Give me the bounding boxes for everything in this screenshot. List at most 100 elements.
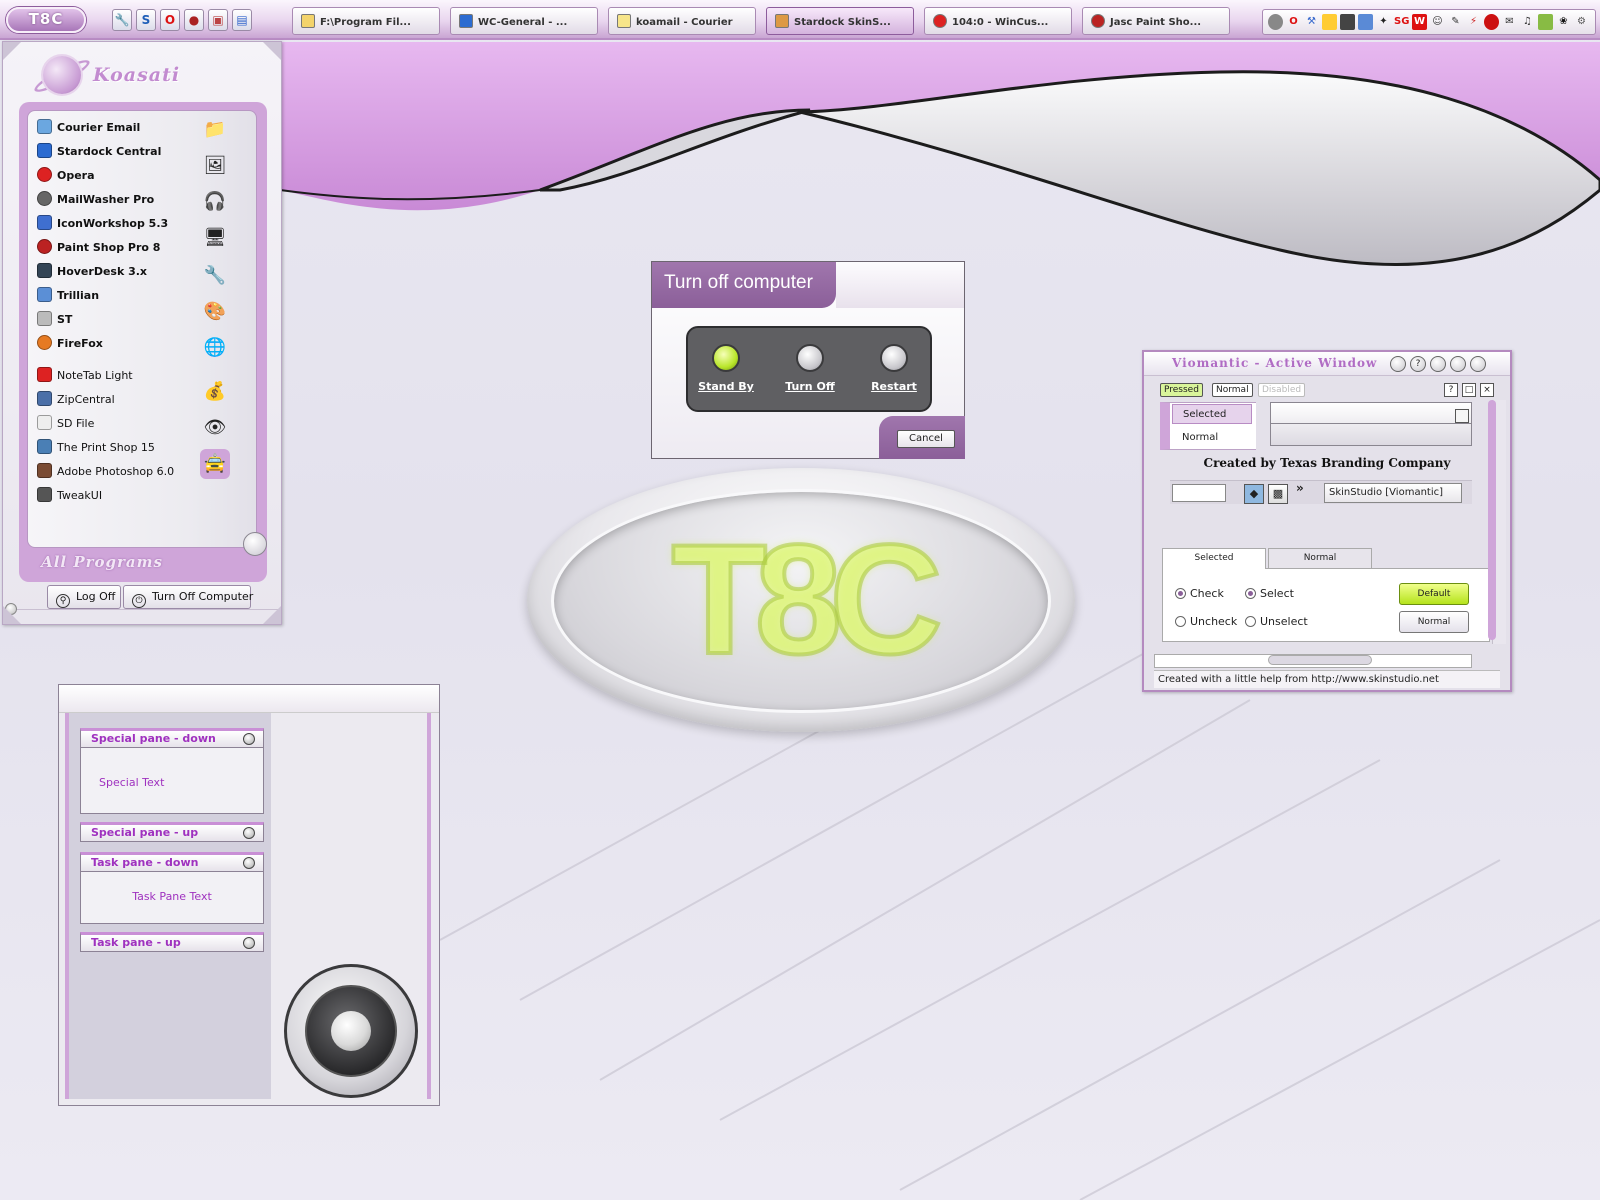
palette-tray-icon[interactable] — [1322, 14, 1337, 30]
task-button-opera[interactable]: 104:0 - WinCus... — [924, 7, 1072, 35]
program-courier-email[interactable]: Courier Email — [37, 119, 197, 139]
monitor-tray-icon[interactable] — [1358, 14, 1373, 30]
radio-uncheck[interactable]: Uncheck — [1175, 615, 1237, 628]
normal-button[interactable]: Normal — [1399, 611, 1469, 633]
list-item-normal[interactable]: Normal — [1172, 428, 1252, 448]
combo-box[interactable] — [1270, 402, 1472, 446]
disc-icon[interactable] — [1268, 14, 1283, 30]
radio-check[interactable]: Check — [1175, 587, 1224, 600]
program-hoverdesk[interactable]: HoverDesk 3.x — [37, 263, 197, 283]
desktop-icon[interactable]: ▤ — [232, 9, 252, 31]
combo-dropdown-button[interactable] — [1455, 409, 1469, 423]
my-computer-icon[interactable]: 🖥 — [200, 223, 230, 253]
panes-window-titlebar[interactable] — [59, 685, 439, 713]
program-opera[interactable]: Opera — [37, 167, 197, 187]
mail-tray-icon[interactable]: ✉ — [1502, 14, 1517, 30]
program-paintshop[interactable]: Paint Shop Pro 8 — [37, 239, 197, 259]
task-pane-down-header[interactable]: Task pane - down — [80, 852, 264, 872]
horizontal-scroll-thumb[interactable] — [1268, 655, 1372, 665]
turn-off-computer-button[interactable]: ⏻ Turn Off Computer — [123, 585, 253, 609]
program-tweakui[interactable]: TweakUI — [37, 487, 197, 507]
robot-tray-icon[interactable]: ☺ — [1430, 14, 1445, 30]
tab-selected[interactable]: Selected — [1162, 548, 1266, 569]
control-panel-icon[interactable]: 🔧 — [200, 261, 230, 291]
program-printshop[interactable]: The Print Shop 15 — [37, 439, 197, 459]
stop-tray-icon[interactable] — [1484, 14, 1499, 30]
restore-small-icon[interactable]: □ — [1462, 383, 1476, 397]
special-pane-down-header[interactable]: Special pane - down — [80, 728, 264, 748]
log-off-button[interactable]: ⚲ Log Off — [47, 585, 121, 609]
program-mailwasher[interactable]: MailWasher Pro — [37, 191, 197, 211]
wrench-tray-icon[interactable]: ⚒ — [1304, 14, 1319, 30]
printers-icon[interactable]: 🎨 — [200, 297, 230, 327]
skinstudio-toolbar-icon[interactable]: ▩ — [1268, 484, 1288, 504]
turn-off-option[interactable]: Turn Off — [775, 344, 845, 393]
my-pictures-icon[interactable]: 🖼 — [200, 151, 230, 181]
program-zipcentral[interactable]: ZipCentral — [37, 391, 197, 411]
expand-knob-icon[interactable] — [243, 937, 255, 949]
satellite-tray-icon[interactable]: ✦ — [1376, 14, 1391, 30]
all-programs-button[interactable]: All Programs — [19, 548, 185, 578]
state-normal[interactable]: Normal — [1212, 383, 1253, 397]
minimize-button[interactable] — [1430, 356, 1446, 372]
stardock-icon[interactable]: S — [136, 9, 156, 31]
program-st[interactable]: ST — [37, 311, 197, 331]
default-button[interactable]: Default — [1399, 583, 1469, 605]
close-button[interactable] — [1470, 356, 1486, 372]
opera-icon[interactable]: O — [160, 9, 180, 31]
task-button-wincustomize[interactable]: WC-General - ... — [450, 7, 598, 35]
picture-icon[interactable]: ▣ — [208, 9, 228, 31]
grid-tray-icon[interactable] — [1340, 14, 1355, 30]
stardock-toolbar-icon[interactable]: ◆ — [1244, 484, 1264, 504]
vertical-scroll-thumb[interactable] — [1488, 400, 1496, 640]
paintshop-icon[interactable]: ● — [184, 9, 204, 31]
help-button[interactable]: ? — [1410, 356, 1426, 372]
expand-knob-icon[interactable] — [243, 827, 255, 839]
maximize-button[interactable] — [1450, 356, 1466, 372]
close-small-icon[interactable]: × — [1480, 383, 1494, 397]
wrench-icon[interactable]: 🔧 — [112, 9, 132, 31]
radio-unselect[interactable]: Unselect — [1245, 615, 1308, 628]
sg-tray-icon[interactable]: SG — [1394, 14, 1409, 30]
collapse-knob-icon[interactable] — [243, 733, 255, 745]
skinstudio-button[interactable]: SkinStudio [Viomantic] — [1324, 483, 1462, 503]
start-menu-knob[interactable] — [243, 532, 267, 556]
task-button-paintshop[interactable]: Jasc Paint Sho... — [1082, 7, 1230, 35]
program-stardock-central[interactable]: Stardock Central — [37, 143, 197, 163]
pen-tray-icon[interactable]: ✎ — [1448, 14, 1463, 30]
help-small-icon[interactable]: ? — [1444, 383, 1458, 397]
lightning-tray-icon[interactable]: ⚡ — [1466, 14, 1481, 30]
tools-tray-icon[interactable]: ⚙ — [1574, 14, 1589, 30]
program-firefox[interactable]: FireFox — [37, 335, 197, 355]
radio-select[interactable]: Select — [1245, 587, 1294, 600]
task-button-skinstudio[interactable]: Stardock SkinS... — [766, 7, 914, 35]
network-icon[interactable]: 🌐 — [200, 333, 230, 363]
program-iconworkshop[interactable]: IconWorkshop 5.3 — [37, 215, 197, 235]
collapse-knob-icon[interactable] — [243, 857, 255, 869]
chevron-more-icon[interactable]: » — [1296, 481, 1304, 495]
photo-tray-icon[interactable] — [1538, 14, 1553, 30]
stand-by-option[interactable]: Stand By — [691, 344, 761, 393]
program-photoshop[interactable]: Adobe Photoshop 6.0 — [37, 463, 197, 483]
cancel-button[interactable]: Cancel — [897, 430, 955, 448]
special-pane-up-header[interactable]: Special pane - up — [80, 822, 264, 842]
tab-normal[interactable]: Normal — [1268, 548, 1372, 568]
help-icon[interactable]: 💰 — [200, 377, 230, 407]
task-button-explorer[interactable]: F:\Program Fil... — [292, 7, 440, 35]
toolbar-input[interactable] — [1172, 484, 1226, 502]
task-button-courier[interactable]: koamail - Courier — [608, 7, 756, 35]
dog-tray-icon[interactable]: ♫ — [1520, 14, 1535, 30]
butterfly-tray-icon[interactable]: ❀ — [1556, 14, 1571, 30]
my-music-icon[interactable]: 🎧 — [200, 187, 230, 217]
my-documents-icon[interactable]: 📁 — [200, 115, 230, 145]
program-notetab[interactable]: NoteTab Light — [37, 367, 197, 387]
opera-tray-icon[interactable]: O — [1286, 14, 1301, 30]
search-icon[interactable]: 👁 — [200, 413, 230, 443]
w-tray-icon[interactable]: W — [1412, 14, 1427, 30]
window-titlebar[interactable]: Viomantic - Active Window ? — [1144, 352, 1510, 376]
program-trillian[interactable]: Trillian — [37, 287, 197, 307]
run-icon[interactable]: 🚖 — [200, 449, 230, 479]
window-menu-button[interactable] — [1390, 356, 1406, 372]
restart-option[interactable]: Restart — [859, 344, 929, 393]
start-button[interactable]: T8C — [6, 7, 86, 33]
